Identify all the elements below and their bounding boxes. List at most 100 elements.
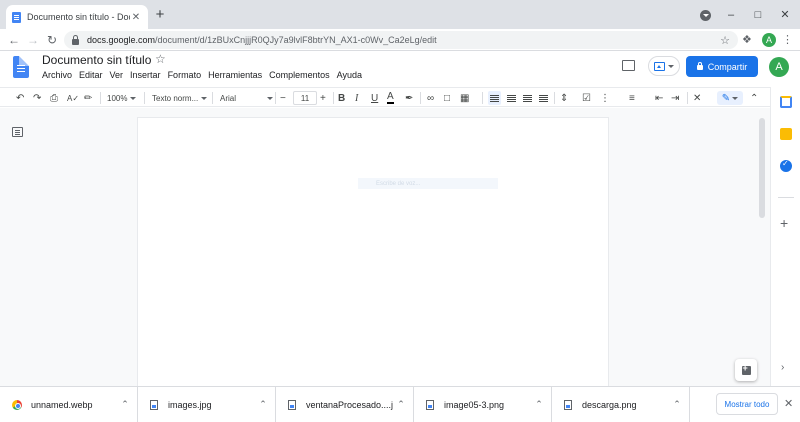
italic-icon[interactable]: I [355,91,358,105]
redo-icon[interactable]: ↷ [33,91,41,105]
toolbar-divider [333,92,334,104]
docs-logo-icon[interactable] [13,56,29,78]
download-item[interactable]: image05-3.png ⌃ [414,387,552,422]
chevron-down-icon [267,96,273,100]
paragraph-style-select[interactable]: Texto norm... [152,91,208,105]
docs-header: Documento sin título ☆ Archivo Editar Ve… [0,51,800,87]
forward-arrow-icon[interactable]: → [25,32,41,48]
download-item[interactable]: ventanaProcesado....jpg ⌃ [276,387,414,422]
url-path: /document/d/1zBUxCnjjjR0QJy7a9lvlF8btrYN… [155,35,437,45]
bulleted-list-icon[interactable]: ⋮ [600,91,610,105]
menu-insertar[interactable]: Insertar [130,70,161,80]
get-addons-plus-icon[interactable]: + [780,215,788,231]
chevron-up-icon[interactable]: ⌃ [255,399,271,410]
address-bar-row: ← → ↻ docs.google.com /document/d/1zBUxC… [0,29,800,51]
add-comment-icon[interactable]: □ [444,91,450,105]
chevron-down-icon [732,96,739,100]
tasks-icon[interactable] [780,159,792,172]
chevron-up-icon[interactable]: ⌃ [531,399,547,410]
editing-mode-button[interactable]: ✎ [717,91,743,105]
font-value: Arial [220,93,237,103]
align-justify-icon[interactable] [538,91,549,105]
pencil-icon: ✎ [721,92,731,104]
font-size-input[interactable]: 11 [293,91,317,105]
chevron-down-icon [668,64,674,68]
chevron-up-icon[interactable]: ⌃ [393,399,409,410]
bookmark-star-icon[interactable]: ☆ [720,34,730,47]
menu-archivo[interactable]: Archivo [42,70,72,80]
document-title[interactable]: Documento sin título [42,53,151,67]
insert-image-icon[interactable]: ▦ [460,91,469,105]
highlight-color-icon[interactable]: ✒ [405,91,413,105]
increase-indent-icon[interactable]: ⇥ [671,91,679,105]
share-label: Compartir [707,61,748,72]
toolbar-divider [554,92,555,104]
text-color-icon[interactable]: A [387,91,394,104]
close-shelf-icon[interactable]: ✕ [784,397,793,410]
menu-formato[interactable]: Formato [168,70,202,80]
align-left-icon[interactable] [488,91,501,105]
chrome-file-icon [12,399,22,410]
omnibox[interactable]: docs.google.com /document/d/1zBUxCnjjjR0… [64,31,738,49]
download-item[interactable]: descarga.png ⌃ [552,387,690,422]
document-canvas: Escribe de voz... [0,108,770,388]
menu-editar[interactable]: Editar [79,70,103,80]
image-file-icon [564,399,572,410]
line-spacing-icon[interactable]: ⇕ [560,91,568,105]
menu-ver[interactable]: Ver [110,70,124,80]
undo-icon[interactable]: ↶ [16,91,24,105]
insert-link-icon[interactable]: ∞ [427,91,434,105]
account-avatar[interactable]: A [769,57,789,77]
menu-herramientas[interactable]: Herramientas [208,70,262,80]
lock-icon[interactable] [72,34,79,45]
keep-icon[interactable] [780,128,792,140]
download-item[interactable]: unnamed.webp ⌃ [0,387,138,422]
spellcheck-icon[interactable]: A✓ [67,91,79,105]
print-icon[interactable]: ⎙ [50,91,58,105]
image-file-icon [426,399,434,410]
new-tab-button[interactable]: + [153,7,167,23]
decrease-indent-icon[interactable]: ⇤ [655,91,663,105]
download-item[interactable]: images.jpg ⌃ [138,387,276,422]
align-center-icon[interactable] [506,91,517,105]
profile-avatar[interactable]: A [762,33,776,47]
back-arrow-icon[interactable]: ← [6,32,22,48]
extensions-puzzle-icon[interactable]: ❖ [742,33,752,46]
show-all-downloads-button[interactable]: Mostrar todo [716,393,778,415]
zoom-select[interactable]: 100% [107,91,137,105]
chevron-right-icon[interactable]: › [781,362,784,373]
calendar-icon[interactable] [780,96,792,108]
font-select[interactable]: Arial [220,91,273,105]
share-button[interactable]: Compartir [686,56,758,77]
decrease-font-size-button[interactable]: − [280,91,286,105]
clear-formatting-icon[interactable]: ✕ [693,91,701,105]
present-button[interactable] [648,56,680,76]
tab-search-icon[interactable] [700,10,711,21]
chevron-up-icon[interactable]: ⌃ [117,399,133,410]
vertical-scrollbar[interactable] [759,118,765,218]
zoom-value: 100% [107,93,128,103]
present-icon [654,61,665,71]
menu-ayuda[interactable]: Ayuda [337,70,362,80]
chevron-up-icon[interactable]: ⌃ [669,399,685,410]
menu-complementos[interactable]: Complementos [269,70,330,80]
numbered-list-icon[interactable]: ≡ [629,91,635,105]
explore-button[interactable] [735,359,757,381]
close-window-button[interactable]: ✕ [768,0,800,29]
document-page[interactable]: Escribe de voz... [138,118,608,388]
paint-format-icon[interactable]: ✏ [84,91,92,105]
browser-tab[interactable]: Documento sin título - Docume ✕ [6,5,148,29]
align-right-icon[interactable] [522,91,533,105]
browser-menu-icon[interactable]: ⋮ [782,33,793,46]
bold-icon[interactable]: B [338,91,345,105]
increase-font-size-button[interactable]: + [320,91,326,105]
reload-icon[interactable]: ↻ [44,32,60,48]
checklist-icon[interactable]: ☑ [582,91,591,105]
document-outline-icon[interactable] [12,127,23,137]
star-document-icon[interactable]: ☆ [155,52,166,66]
collapse-menus-icon[interactable]: ⌃ [750,91,758,105]
tab-close-icon[interactable]: ✕ [130,12,142,23]
comment-history-icon[interactable] [622,60,635,71]
underline-icon[interactable]: U [371,91,378,105]
download-filename: ventanaProcesado....jpg [306,399,393,410]
